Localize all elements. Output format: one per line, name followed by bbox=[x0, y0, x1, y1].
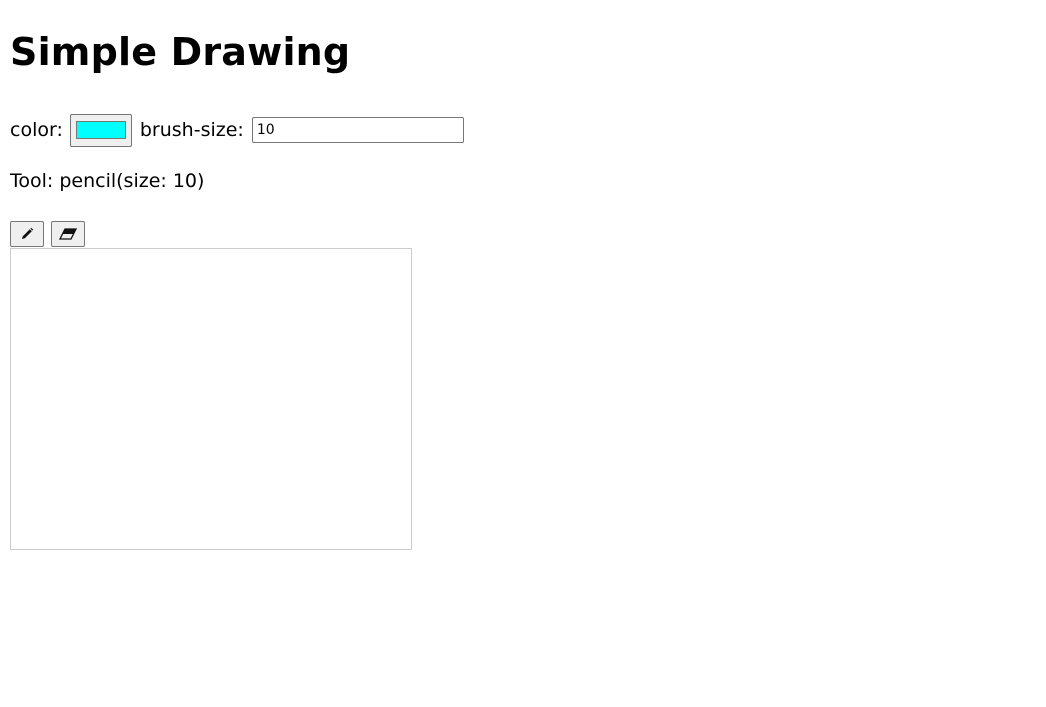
eraser-icon bbox=[59, 228, 77, 240]
brush-size-input[interactable] bbox=[251, 117, 464, 143]
color-swatch bbox=[75, 121, 126, 139]
brush-size-label: brush-size: bbox=[139, 119, 244, 141]
pencil-icon bbox=[20, 227, 34, 241]
controls-row: color: brush-size: bbox=[10, 112, 464, 148]
tool-buttons bbox=[10, 221, 85, 247]
drawing-canvas[interactable] bbox=[10, 248, 412, 550]
eraser-tool-button[interactable] bbox=[51, 221, 85, 247]
tool-status-text: Tool: pencil(size: 10) bbox=[10, 170, 205, 192]
pencil-tool-button[interactable] bbox=[10, 221, 44, 247]
color-label: color: bbox=[10, 119, 63, 141]
page-title: Simple Drawing bbox=[10, 30, 351, 74]
color-picker-button[interactable] bbox=[69, 113, 132, 147]
